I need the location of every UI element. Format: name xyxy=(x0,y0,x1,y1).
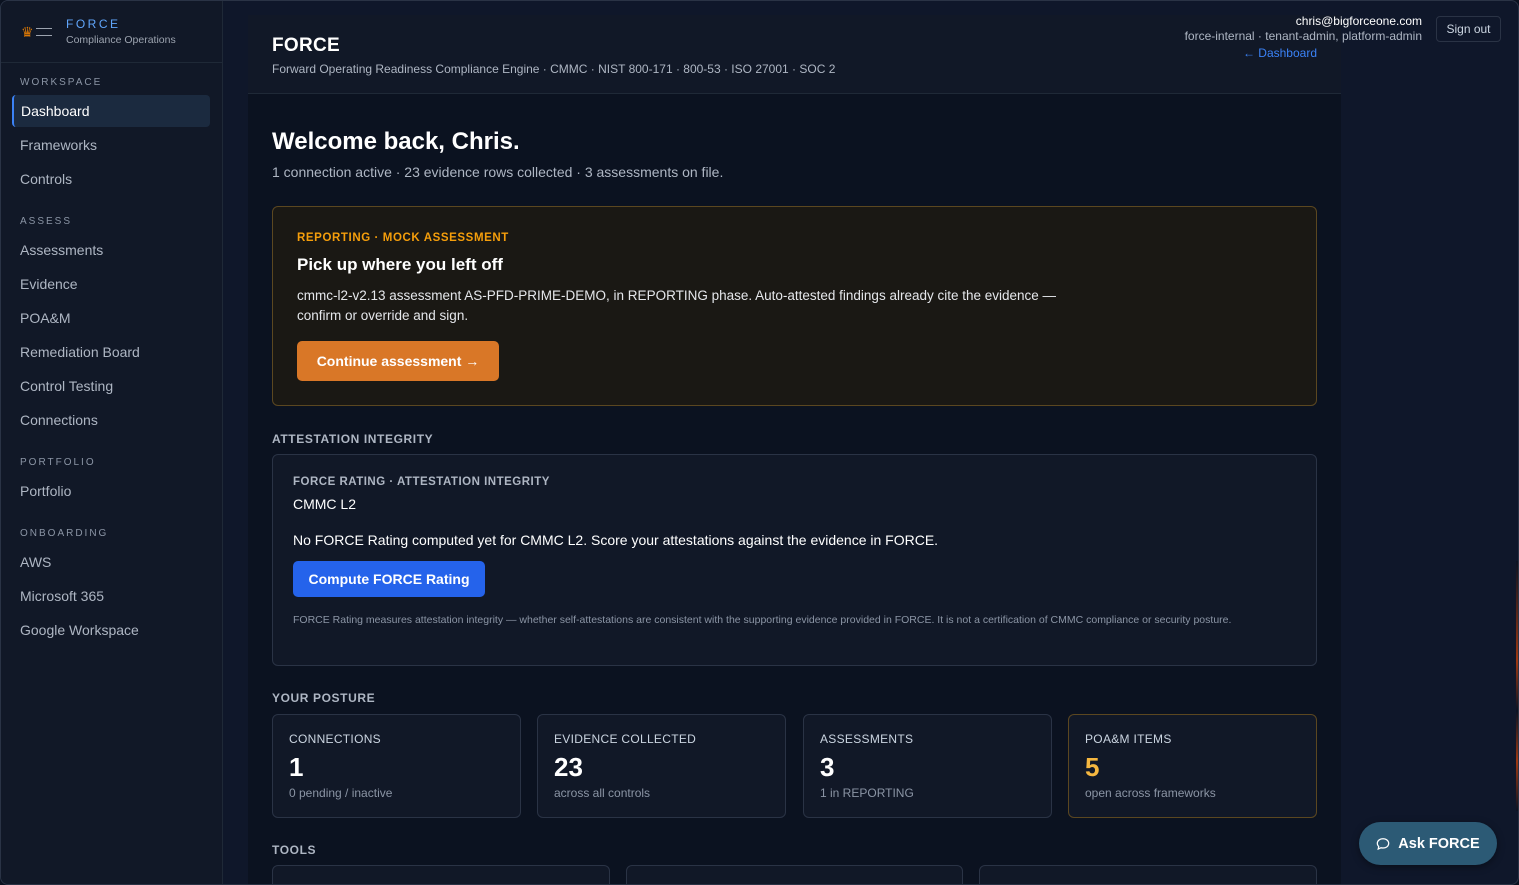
rating-message: No FORCE Rating computed yet for CMMC L2… xyxy=(293,532,939,548)
stat-card-evidence[interactable]: EVIDENCE COLLECTED 23 across all control… xyxy=(537,714,786,818)
sidebar-item-controls[interactable]: Controls xyxy=(12,163,210,195)
nav-section-workspace: WORKSPACE xyxy=(20,77,103,88)
page-header: FORCE Forward Operating Readiness Compli… xyxy=(248,15,1341,94)
sidebar-item-portfolio[interactable]: Portfolio xyxy=(12,475,210,507)
continue-assessment-button[interactable]: Continue assessment → xyxy=(297,341,499,381)
nav-section-portfolio: PORTFOLIO xyxy=(20,457,96,468)
stat-sub: across all controls xyxy=(554,786,651,800)
user-email: chris@bigforceone.com xyxy=(1295,14,1422,28)
sidebar: ♛ FORCE Compliance Operations WORKSPACE … xyxy=(1,1,223,884)
brand-subtitle: Compliance Operations xyxy=(66,34,176,46)
chat-bubble-icon xyxy=(1376,837,1390,850)
sidebar-item-poam[interactable]: POA&M xyxy=(12,302,210,334)
user-roles: force-internal · tenant-admin, platform-… xyxy=(1184,29,1422,43)
rating-disclaimer: FORCE Rating measures attestation integr… xyxy=(293,614,1232,626)
stat-label: EVIDENCE COLLECTED xyxy=(554,732,697,746)
resume-assessment-card: REPORTING · MOCK ASSESSMENT Pick up wher… xyxy=(272,206,1317,406)
force-rating-card: FORCE RATING · ATTESTATION INTEGRITY CMM… xyxy=(272,454,1317,666)
stat-sub: 1 in REPORTING xyxy=(820,786,914,800)
stat-card-connections[interactable]: CONNECTIONS 1 0 pending / inactive xyxy=(272,714,521,818)
app-title: FORCE xyxy=(272,35,340,56)
stat-label: ASSESSMENTS xyxy=(820,732,914,746)
logo-wordmark xyxy=(35,27,52,36)
nav-section-onboarding: ONBOARDING xyxy=(20,528,109,539)
stat-sub: 0 pending / inactive xyxy=(289,786,393,800)
resume-title: Pick up where you left off xyxy=(297,255,503,274)
sidebar-item-connections[interactable]: Connections xyxy=(12,404,210,436)
welcome-summary: 1 connection active · 23 evidence rows c… xyxy=(272,164,724,180)
section-title-tools: TOOLS xyxy=(272,843,317,857)
sidebar-item-evidence[interactable]: Evidence xyxy=(12,268,210,300)
stat-value: 3 xyxy=(820,752,835,782)
sidebar-item-control-testing[interactable]: Control Testing xyxy=(12,370,210,402)
app-subtitle: Forward Operating Readiness Compliance E… xyxy=(272,62,836,76)
stat-value: 23 xyxy=(554,752,583,782)
sidebar-item-dashboard[interactable]: Dashboard xyxy=(12,95,210,127)
stat-value: 1 xyxy=(289,752,304,782)
sidebar-item-aws[interactable]: AWS xyxy=(12,546,210,578)
stat-card-assessments[interactable]: ASSESSMENTS 3 1 in REPORTING xyxy=(803,714,1052,818)
stat-sub: open across frameworks xyxy=(1085,786,1216,800)
main-content: Welcome back, Chris. 1 connection active… xyxy=(248,94,1341,884)
welcome-heading: Welcome back, Chris. xyxy=(272,128,520,155)
tool-card[interactable] xyxy=(272,865,610,884)
stat-label: POA&M ITEMS xyxy=(1085,732,1172,746)
app-window: ♛ FORCE Compliance Operations WORKSPACE … xyxy=(0,0,1519,885)
back-to-dashboard-link[interactable]: ← Dashboard xyxy=(1243,46,1317,60)
resume-body: cmmc-l2-v2.13 assessment AS-PFD-PRIME-DE… xyxy=(297,288,1057,323)
sign-out-button[interactable]: Sign out xyxy=(1436,16,1501,42)
section-title-posture: YOUR POSTURE xyxy=(272,691,376,705)
sidebar-item-frameworks[interactable]: Frameworks xyxy=(12,129,210,161)
nav-section-assess: ASSESS xyxy=(20,216,73,227)
compute-force-rating-button[interactable]: Compute FORCE Rating xyxy=(293,561,485,597)
tool-card[interactable] xyxy=(626,865,963,884)
stat-label: CONNECTIONS xyxy=(289,732,381,746)
stat-card-poam-items[interactable]: POA&M ITEMS 5 open across frameworks xyxy=(1068,714,1317,818)
sidebar-item-microsoft-365[interactable]: Microsoft 365 xyxy=(12,580,210,612)
tool-card[interactable] xyxy=(979,865,1317,884)
rating-eyebrow: FORCE RATING · ATTESTATION INTEGRITY xyxy=(293,476,550,488)
section-title-attestation: ATTESTATION INTEGRITY xyxy=(272,432,434,446)
rating-framework: CMMC L2 xyxy=(293,496,357,512)
ask-force-button[interactable]: Ask FORCE xyxy=(1359,822,1497,865)
brand-name: FORCE xyxy=(66,17,121,31)
resume-eyebrow: REPORTING · MOCK ASSESSMENT xyxy=(297,232,509,244)
brand[interactable]: ♛ FORCE Compliance Operations xyxy=(1,1,222,63)
stat-value: 5 xyxy=(1085,752,1100,782)
sidebar-item-assessments[interactable]: Assessments xyxy=(12,234,210,266)
sidebar-item-google-workspace[interactable]: Google Workspace xyxy=(12,614,210,646)
ask-force-label: Ask FORCE xyxy=(1398,835,1480,852)
eagle-icon: ♛ xyxy=(21,23,34,40)
sidebar-item-remediation-board[interactable]: Remediation Board xyxy=(12,336,210,368)
brand-logo: ♛ xyxy=(21,23,57,41)
